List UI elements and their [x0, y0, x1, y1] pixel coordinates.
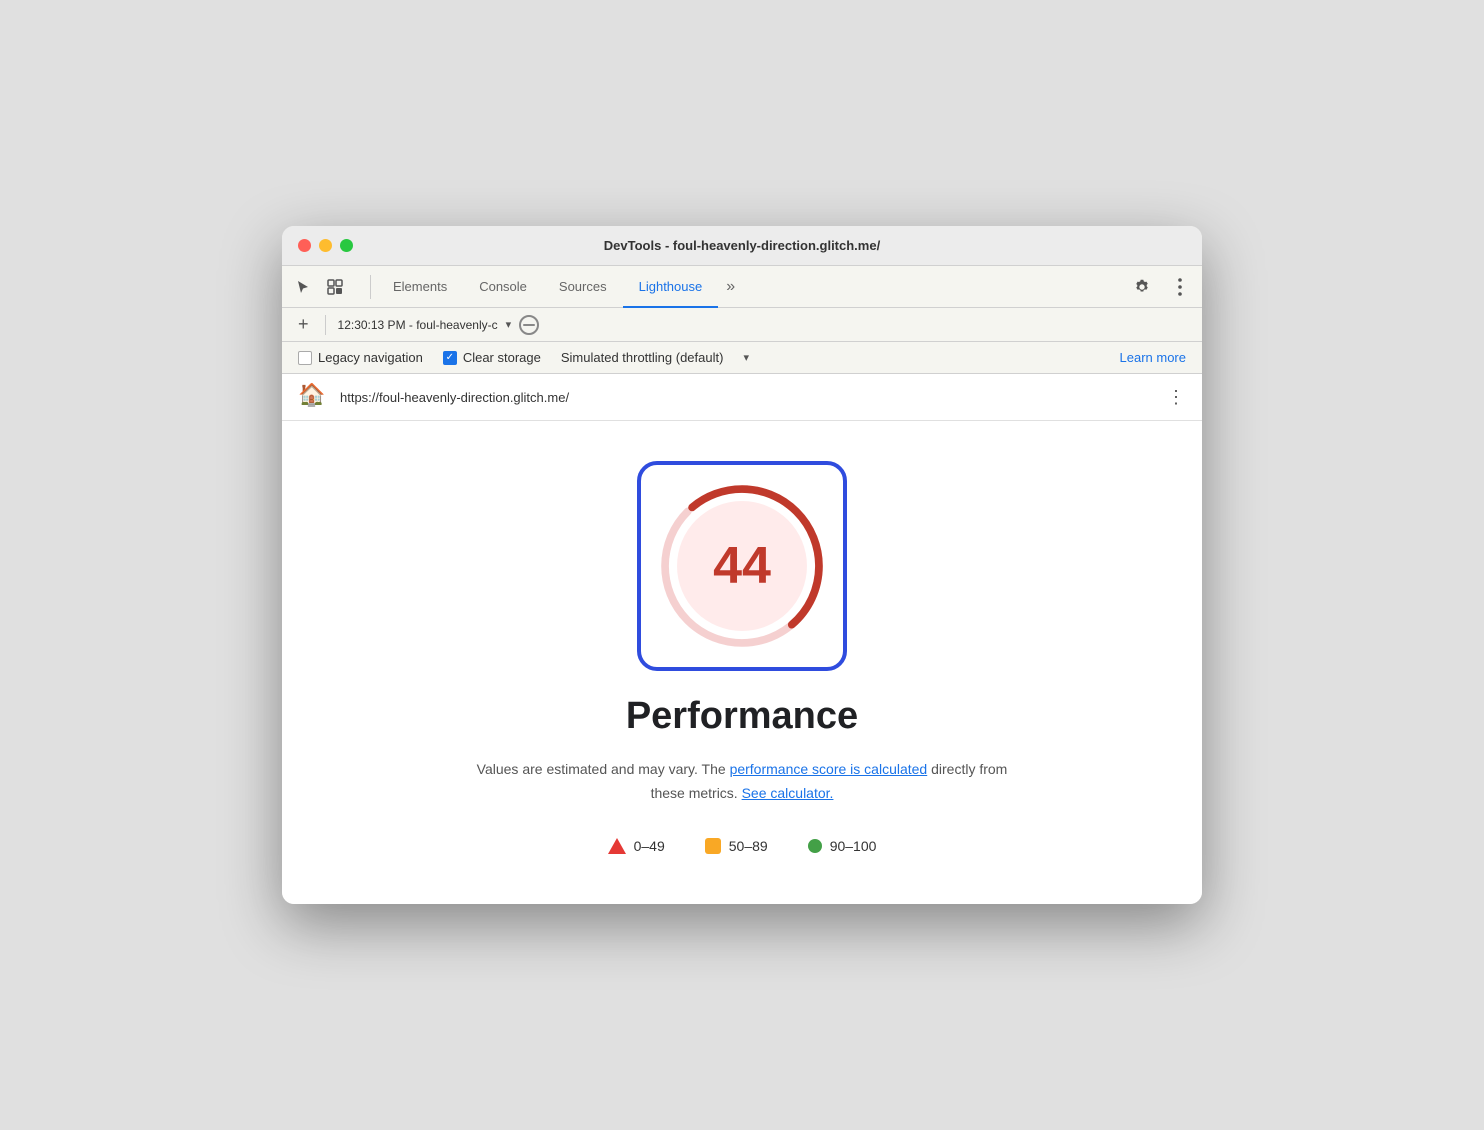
minimize-button[interactable]	[319, 239, 332, 252]
more-tabs-button[interactable]: »	[718, 278, 743, 296]
toolbar-icons	[290, 274, 360, 300]
tab-sources[interactable]: Sources	[543, 266, 623, 308]
timestamp-url: 12:30:13 PM - foul-heavenly-c	[338, 318, 498, 332]
url-dropdown-arrow[interactable]: ▾	[506, 318, 512, 331]
legend-item-green: 90–100	[808, 838, 877, 854]
devtools-window: DevTools - foul-heavenly-direction.glitc…	[282, 226, 1202, 904]
score-gauge-container: 44	[637, 461, 847, 671]
tab-console[interactable]: Console	[463, 266, 543, 308]
main-content: 44 Performance Values are estimated and …	[282, 421, 1202, 904]
throttling-label: Simulated throttling (default)	[561, 350, 724, 365]
tab-elements[interactable]: Elements	[377, 266, 463, 308]
legend-item-orange: 50–89	[705, 838, 768, 854]
green-circle-icon	[808, 839, 822, 853]
legend-range-orange: 50–89	[729, 838, 768, 854]
tab-lighthouse[interactable]: Lighthouse	[623, 266, 719, 308]
learn-more-label: Learn more	[1120, 350, 1186, 365]
score-number: 44	[713, 536, 771, 596]
performance-score-link[interactable]: performance score is calculated	[730, 761, 928, 777]
legend-item-red: 0–49	[608, 838, 665, 854]
tab-bar: Elements Console Sources Lighthouse »	[282, 266, 1202, 308]
no-entry-icon[interactable]	[519, 315, 539, 335]
throttling-arrow[interactable]: ▾	[743, 351, 749, 364]
options-row: Legacy navigation ✓ Clear storage Simula…	[282, 342, 1202, 374]
description-text-before: Values are estimated and may vary. The	[477, 761, 730, 777]
score-card: 44	[637, 461, 847, 671]
toolbar-row: + 12:30:13 PM - foul-heavenly-c ▾	[282, 308, 1202, 342]
add-button[interactable]: +	[294, 314, 313, 335]
cursor-icon[interactable]	[290, 274, 316, 300]
clear-storage-check[interactable]: ✓	[443, 351, 457, 365]
url-bar: 🏠 https://foul-heavenly-direction.glitch…	[282, 374, 1202, 421]
lighthouse-icon: 🏠	[298, 382, 328, 412]
orange-square-icon	[705, 838, 721, 854]
description: Values are estimated and may vary. The p…	[462, 758, 1022, 806]
url-area: 12:30:13 PM - foul-heavenly-c ▾	[338, 318, 512, 332]
clear-storage-checkbox[interactable]: ✓ Clear storage	[443, 350, 541, 365]
more-options-button[interactable]	[1166, 273, 1194, 301]
legend-range-green: 90–100	[830, 838, 877, 854]
settings-icons	[1128, 273, 1194, 301]
page-url: https://foul-heavenly-direction.glitch.m…	[340, 390, 1155, 405]
legend: 0–49 50–89 90–100	[608, 838, 877, 854]
maximize-button[interactable]	[340, 239, 353, 252]
traffic-lights	[298, 239, 353, 252]
settings-button[interactable]	[1128, 273, 1156, 301]
close-button[interactable]	[298, 239, 311, 252]
tab-divider	[370, 275, 371, 299]
url-more-button[interactable]: ⋮	[1167, 387, 1186, 408]
inspect-icon[interactable]	[322, 274, 348, 300]
legend-range-red: 0–49	[634, 838, 665, 854]
clear-storage-label: Clear storage	[463, 350, 541, 365]
red-triangle-icon	[608, 838, 626, 854]
legacy-navigation-check[interactable]	[298, 351, 312, 365]
performance-title: Performance	[626, 695, 858, 738]
score-inner: 44	[677, 501, 807, 631]
legacy-navigation-checkbox[interactable]: Legacy navigation	[298, 350, 423, 365]
window-title: DevTools - foul-heavenly-direction.glitc…	[604, 238, 880, 253]
title-bar: DevTools - foul-heavenly-direction.glitc…	[282, 226, 1202, 266]
legacy-navigation-label: Legacy navigation	[318, 350, 423, 365]
toolbar-divider	[325, 315, 326, 335]
calculator-link[interactable]: See calculator.	[742, 785, 834, 801]
learn-more-link[interactable]: Learn more	[1120, 350, 1186, 365]
